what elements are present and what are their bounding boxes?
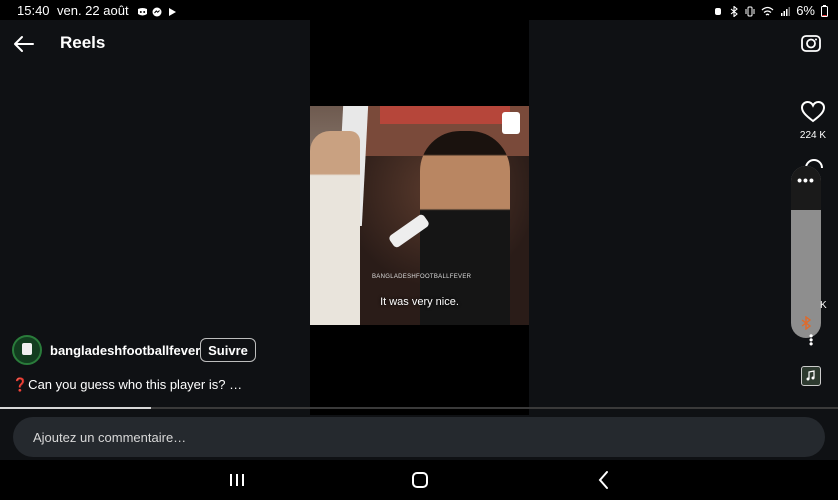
username[interactable]: bangladeshfootballfever (50, 343, 200, 358)
page-title: Reels (60, 33, 106, 52)
signal-icon (780, 5, 791, 16)
video-progress-bar[interactable] (0, 407, 838, 409)
video-subtitle: It was very nice. (380, 296, 459, 308)
music-note-icon (806, 370, 815, 381)
discord-icon (137, 4, 147, 16)
like-count: 224 K (799, 130, 827, 141)
follow-button[interactable]: Suivre (200, 338, 256, 362)
avatar[interactable] (12, 335, 42, 365)
back-button[interactable] (12, 32, 36, 56)
battery-text: 6% (796, 3, 815, 18)
heart-icon (800, 100, 826, 123)
comment-area (0, 415, 838, 465)
bluetooth-icon (800, 315, 812, 331)
audio-track-thumbnail[interactable] (801, 366, 821, 386)
volume-slider[interactable]: ••• (791, 166, 821, 338)
status-bar: 15:40 ven. 22 août 6% (0, 0, 838, 20)
system-navigation-bar (0, 460, 838, 500)
messenger-icon (152, 4, 162, 17)
camera-icon (801, 35, 821, 52)
video-shop-sign (380, 106, 510, 124)
home-button[interactable] (408, 468, 432, 492)
bluetooth-icon (729, 5, 739, 18)
top-bar: Reels (0, 20, 838, 66)
arrow-left-icon (14, 36, 34, 52)
wifi-icon (761, 5, 774, 16)
reel-video-player[interactable]: BANGLADESHFOOTBALLFEVER It was very nice… (310, 20, 529, 415)
home-icon (412, 472, 428, 488)
video-frame[interactable]: BANGLADESHFOOTBALLFEVER It was very nice… (310, 106, 529, 325)
alarm-icon (713, 5, 723, 16)
comment-input[interactable] (13, 417, 825, 457)
reels-screen: BANGLADESHFOOTBALLFEVER It was very nice… (0, 20, 838, 415)
recent-apps-button[interactable] (225, 468, 249, 492)
volume-more-icon[interactable]: ••• (791, 172, 821, 188)
battery-icon (821, 5, 828, 17)
play-icon (167, 4, 177, 16)
system-back-button[interactable] (592, 468, 616, 492)
share-count: K (820, 300, 827, 311)
vibrate-icon (745, 5, 755, 17)
video-watermark: BANGLADESHFOOTBALLFEVER (372, 274, 472, 280)
reel-owner: bangladeshfootballfever Suivre (12, 335, 312, 367)
chevron-left-icon (598, 471, 608, 489)
reel-caption[interactable]: ❓Can you guess who this player is? … (12, 377, 242, 393)
notification-icons (137, 4, 177, 17)
video-progress-fill (0, 407, 151, 409)
camera-button[interactable] (800, 32, 822, 54)
recent-apps-icon (230, 474, 244, 486)
like-button[interactable] (800, 100, 826, 129)
channel-logo-watermark (502, 112, 520, 134)
status-date: ven. 22 août (57, 3, 129, 18)
system-status: 6% (713, 3, 828, 18)
status-time: 15:40 (17, 3, 50, 18)
more-options-icon[interactable]: • • • (809, 330, 813, 350)
